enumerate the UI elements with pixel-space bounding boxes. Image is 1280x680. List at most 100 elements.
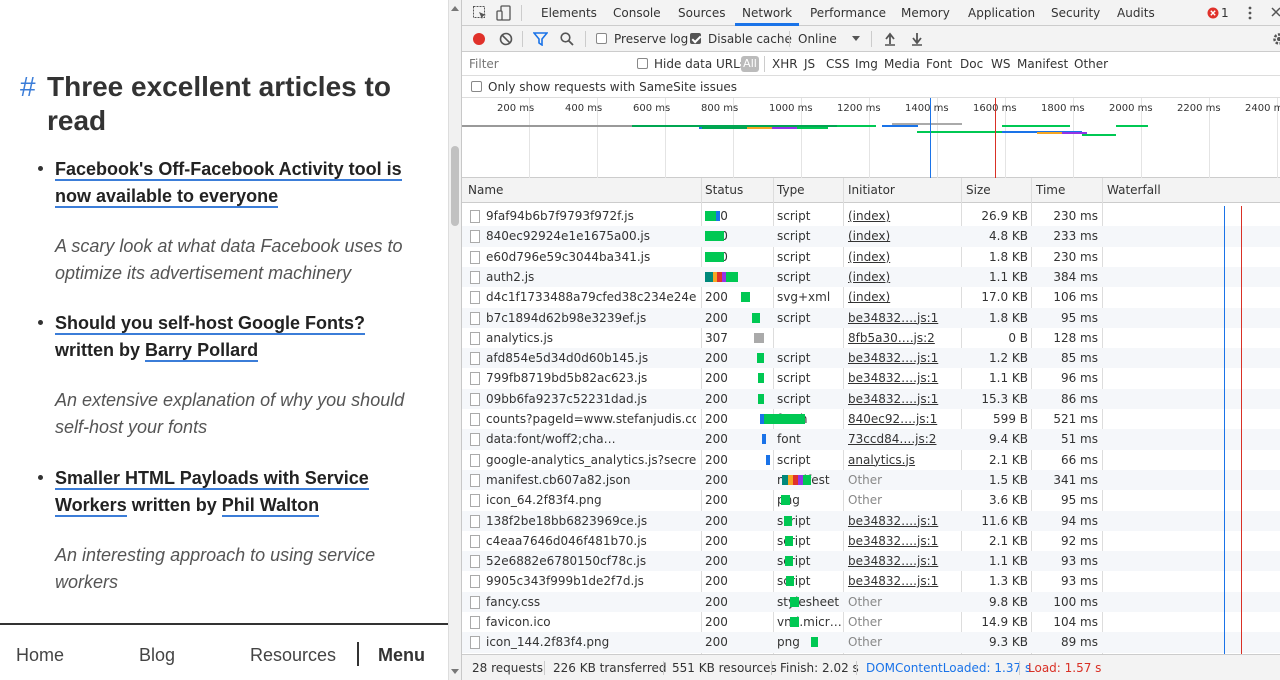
request-row[interactable]: 9faf94b6b7f9793f972f.js200script(index)2… [462,206,1280,226]
column-waterfall[interactable]: Waterfall [1107,183,1161,197]
chevron-down-icon[interactable] [852,36,860,42]
column-time[interactable]: Time [1036,183,1065,197]
column-initiator[interactable]: Initiator [848,183,895,197]
request-row[interactable]: manifest.cb607a82.json200manifestOther1.… [462,469,1280,491]
author-link-3[interactable]: Phil Walton [221,495,320,517]
hide-data-urls-checkbox[interactable] [637,58,648,69]
request-row[interactable]: google-analytics_analytics.js?secret=… 20… [462,450,1280,470]
request-row[interactable]: fancy.css 200 stylesheet Other 9.8 KB 100 ms [462,591,1280,612]
network-overview[interactable]: 200 ms 400 ms 600 ms 800 ms 1000 ms 1200 ms 14… [462,98,1280,178]
request-row[interactable]: 799fb8719bd5b82ac623.js 200 script be34832…… [462,368,1280,388]
request-row[interactable]: icon_64.2f83f4.png200pngOther3.6 KB95 ms [462,490,1280,510]
heading-anchor-link[interactable]: # [20,70,36,104]
request-initiator[interactable]: 8fb5a30….js:2 [848,328,958,348]
request-row[interactable]: 138f2be18bb6823969ce.js 200 script be34832…… [462,510,1280,531]
export-har-icon[interactable] [911,32,923,46]
scroll-up-icon[interactable] [451,6,459,11]
device-toolbar-icon[interactable] [496,5,512,21]
request-row[interactable]: 840ec92924e1e1675a00.js200script(index)4… [462,226,1280,247]
column-name[interactable]: Name [468,183,503,197]
nav-resources[interactable]: Resources [250,645,336,666]
close-icon[interactable] [1271,7,1280,18]
request-row[interactable]: data:font/woff2;cha… 200 font 73ccd84….js:2… [462,429,1280,450]
request-row[interactable]: analytics.js 307 8fb5a30….js:2 0 B 128 ms [462,328,1280,348]
request-row[interactable]: favicon.ico 200 vnd.micr… Other 14.9 KB 104 m… [462,612,1280,632]
record-icon[interactable] [472,32,486,46]
filter-font[interactable]: Font [926,57,952,71]
request-row[interactable]: d4c1f1733488a79cfed38c234e24e1a… 200 svg+x… [462,287,1280,307]
nav-menu-button[interactable]: Menu [378,645,425,666]
filter-icon[interactable] [533,32,548,46]
filter-manifest[interactable]: Manifest [1017,57,1068,71]
column-status[interactable]: Status [705,183,743,197]
tab-memory[interactable]: Memory [901,6,950,20]
tab-application[interactable]: Application [968,6,1035,20]
request-initiator[interactable]: be34832….js:1 [848,348,958,368]
filter-media[interactable]: Media [884,57,920,71]
request-initiator[interactable]: be34832….js:1 [848,531,958,551]
tab-network[interactable]: Network [742,6,792,20]
request-row[interactable]: e60d796e59c3044ba341.js200script(index)1… [462,247,1280,267]
filter-img[interactable]: Img [855,57,878,71]
column-type[interactable]: Type [777,183,805,197]
samesite-checkbox[interactable] [471,81,482,92]
request-initiator[interactable]: analytics.js [848,450,958,470]
tab-sources[interactable]: Sources [678,6,725,20]
column-size[interactable]: Size [966,183,991,197]
nav-home[interactable]: Home [16,645,64,666]
request-initiator[interactable]: be34832….js:1 [848,389,958,409]
page-scrollbar[interactable] [448,0,462,680]
tab-console[interactable]: Console [613,6,661,20]
request-row[interactable]: 09bb6fa9237c52231dad.js 200 script be34832…… [462,388,1280,409]
request-row[interactable]: icon_144.2f83f4.png 200 png Other 9.3 KB 89 m… [462,632,1280,653]
scroll-down-icon[interactable] [451,669,459,674]
article-link-1[interactable]: Facebook's Off-Facebook Activity tool is… [55,159,402,208]
request-initiator[interactable]: (index) [848,287,958,307]
filter-xhr[interactable]: XHR [772,57,798,71]
import-har-icon[interactable] [884,32,896,46]
filter-other[interactable]: Other [1074,57,1108,71]
filter-css[interactable]: CSS [826,57,850,71]
filter-all-button[interactable]: All [741,56,759,72]
tab-security[interactable]: Security [1051,6,1100,20]
request-row[interactable]: auth2.js200script(index)1.1 KB384 ms [462,266,1280,288]
disable-cache-checkbox[interactable] [690,33,701,44]
request-row[interactable]: 9905c343f999b1de2f7d.js200scriptbe34832…… [462,571,1280,591]
tab-audits[interactable]: Audits [1117,6,1155,20]
filter-ws[interactable]: WS [991,57,1010,71]
request-initiator[interactable]: (index) [848,267,958,287]
request-initiator[interactable]: be34832….js:1 [848,551,958,571]
request-row[interactable]: b7c1894d62b98e3239ef.js 200 script be34832…… [462,307,1280,328]
request-initiator[interactable]: be34832….js:1 [848,511,958,531]
request-initiator[interactable]: be34832….js:1 [848,571,958,591]
request-initiator[interactable]: (index) [848,206,958,226]
settings-icon[interactable] [1272,32,1280,46]
article-link-2[interactable]: Should you self-host Google Fonts? [55,313,365,335]
tab-performance[interactable]: Performance [810,6,886,20]
request-initiator[interactable]: be34832….js:1 [848,308,958,328]
inspect-element-icon[interactable] [472,5,488,21]
throttling-select[interactable]: Online [798,32,837,46]
request-initiator[interactable]: be34832….js:1 [848,368,958,388]
request-initiator[interactable]: (index) [848,226,958,246]
request-initiator[interactable]: (index) [848,247,958,267]
filter-js[interactable]: JS [804,57,815,71]
request-row[interactable]: afd854e5d34d0d60b145.js 200 script be34832…… [462,348,1280,369]
tab-elements[interactable]: Elements [541,6,597,20]
request-row[interactable]: c4eaa7646d046f481b70.js 200 script be34832…… [462,531,1280,551]
scrollbar-thumb[interactable] [451,146,459,226]
request-row[interactable]: 52e6882e6780150cf78c.js 200 script be34832…… [462,551,1280,572]
author-link-2[interactable]: Barry Pollard [145,340,259,362]
request-row[interactable]: counts?pageId=www.stefanjudis.com…200fet… [462,409,1280,429]
error-count[interactable]: 1 [1221,6,1229,20]
nav-blog[interactable]: Blog [139,645,175,666]
search-icon[interactable] [560,32,574,46]
preserve-log-checkbox[interactable] [596,33,607,44]
request-initiator[interactable]: 840ec92….js:1 [848,409,958,429]
more-icon[interactable] [1247,6,1253,20]
request-initiator[interactable]: 73ccd84….js:2 [848,429,958,449]
filter-doc[interactable]: Doc [960,57,983,71]
error-icon[interactable] [1207,7,1219,19]
clear-icon[interactable] [499,32,513,46]
filter-input[interactable] [464,54,626,74]
